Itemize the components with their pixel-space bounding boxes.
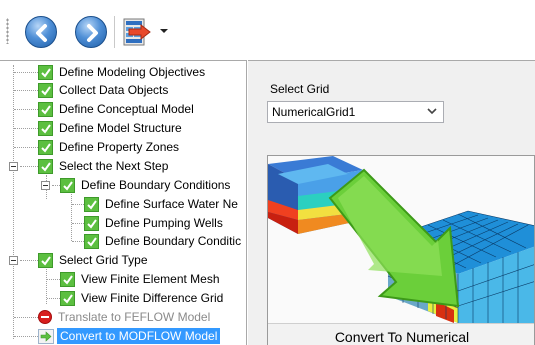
toolbar-separator <box>114 16 115 48</box>
toolbar-grip[interactable] <box>6 18 9 44</box>
tree-item[interactable]: Define Model Structure <box>38 119 182 137</box>
tree-item-label: Define Pumping Wells <box>105 216 223 230</box>
tree-item-label: Define Boundary Conditions <box>81 178 231 192</box>
tree-item[interactable]: Select Grid Type <box>38 251 148 269</box>
tree-item-label: Define Conceptual Model <box>59 102 194 116</box>
stop-icon <box>38 310 52 324</box>
conversion-preview-image: Convert To Numerical <box>267 155 535 345</box>
tree-item-label: Select Grid Type <box>59 253 148 267</box>
checked-icon <box>38 101 53 117</box>
tree-connector <box>13 65 14 339</box>
tree-item[interactable]: Define Modeling Objectives <box>38 63 205 81</box>
checked-icon <box>38 82 53 98</box>
collapse-toggle[interactable] <box>9 162 18 171</box>
select-grid-label: Select Grid <box>270 82 330 96</box>
workflow-tree: Define Modeling Objectives Collect Data … <box>0 60 247 345</box>
tree-item-label: View Finite Element Mesh <box>81 272 220 286</box>
step-arrow-icon <box>38 328 54 344</box>
tree-item-disabled[interactable]: Translate to FEFLOW Model <box>38 308 210 326</box>
back-arrow-icon[interactable] <box>25 16 57 48</box>
tree-item[interactable]: Define Surface Water Ne <box>84 195 238 213</box>
tree-item-label: Define Modeling Objectives <box>59 65 206 79</box>
checked-icon <box>60 271 75 287</box>
grid-select-value: NumericalGrid1 <box>272 105 356 119</box>
checked-icon <box>38 64 53 80</box>
tree-item-label: Translate to FEFLOW Model <box>58 310 211 324</box>
forward-arrow-icon[interactable] <box>75 16 107 48</box>
chevron-down-icon <box>427 108 437 115</box>
checked-icon <box>38 158 53 174</box>
tree-item[interactable]: Define Pumping Wells <box>84 214 223 232</box>
checked-icon <box>38 139 53 155</box>
checked-icon <box>38 120 53 136</box>
grid-conversion-illustration <box>268 156 534 323</box>
tree-item[interactable]: Collect Data Objects <box>38 81 168 99</box>
dropdown-arrow-icon[interactable] <box>160 29 168 33</box>
checked-icon <box>84 196 99 212</box>
tree-item-label: Collect Data Objects <box>59 83 169 97</box>
checked-icon <box>38 252 53 268</box>
tree-item[interactable]: Define Property Zones <box>38 138 179 156</box>
tree-item[interactable]: Select the Next Step <box>38 157 168 175</box>
tree-item-label: Define Surface Water Ne <box>105 197 238 211</box>
preview-caption: Convert To Numerical <box>268 323 534 345</box>
tree-item-label: Select the Next Step <box>59 159 169 173</box>
grid-select[interactable]: NumericalGrid1 <box>267 101 444 123</box>
step-panel: Select Grid NumericalGrid1 Convert To Nu… <box>248 60 535 345</box>
checked-icon <box>60 290 75 306</box>
tree-item-label: Convert to MODFLOW Model <box>57 328 221 344</box>
tree-item-label: Define Property Zones <box>59 140 180 154</box>
tree-connector <box>71 191 72 241</box>
collapse-toggle[interactable] <box>9 256 18 265</box>
tree-item[interactable]: View Finite Difference Grid <box>60 289 223 307</box>
tree-item[interactable]: View Finite Element Mesh <box>60 270 220 288</box>
checked-icon <box>60 177 75 193</box>
checked-icon <box>84 215 99 231</box>
tree-item[interactable]: Define Conceptual Model <box>38 100 194 118</box>
tree-item-label: Define Model Structure <box>59 121 182 135</box>
checked-icon <box>84 233 99 249</box>
tree-item-label: Define Boundary Conditic <box>105 234 242 248</box>
collapse-toggle[interactable] <box>41 181 50 190</box>
toolbar <box>0 0 535 60</box>
tree-item-label: View Finite Difference Grid <box>81 291 224 305</box>
tree-item[interactable]: Define Boundary Conditic <box>84 232 241 250</box>
tree-item[interactable]: Define Boundary Conditions <box>60 176 230 194</box>
tree-item-selected[interactable]: Convert to MODFLOW Model <box>38 327 221 345</box>
convert-grid-icon[interactable] <box>121 15 155 49</box>
